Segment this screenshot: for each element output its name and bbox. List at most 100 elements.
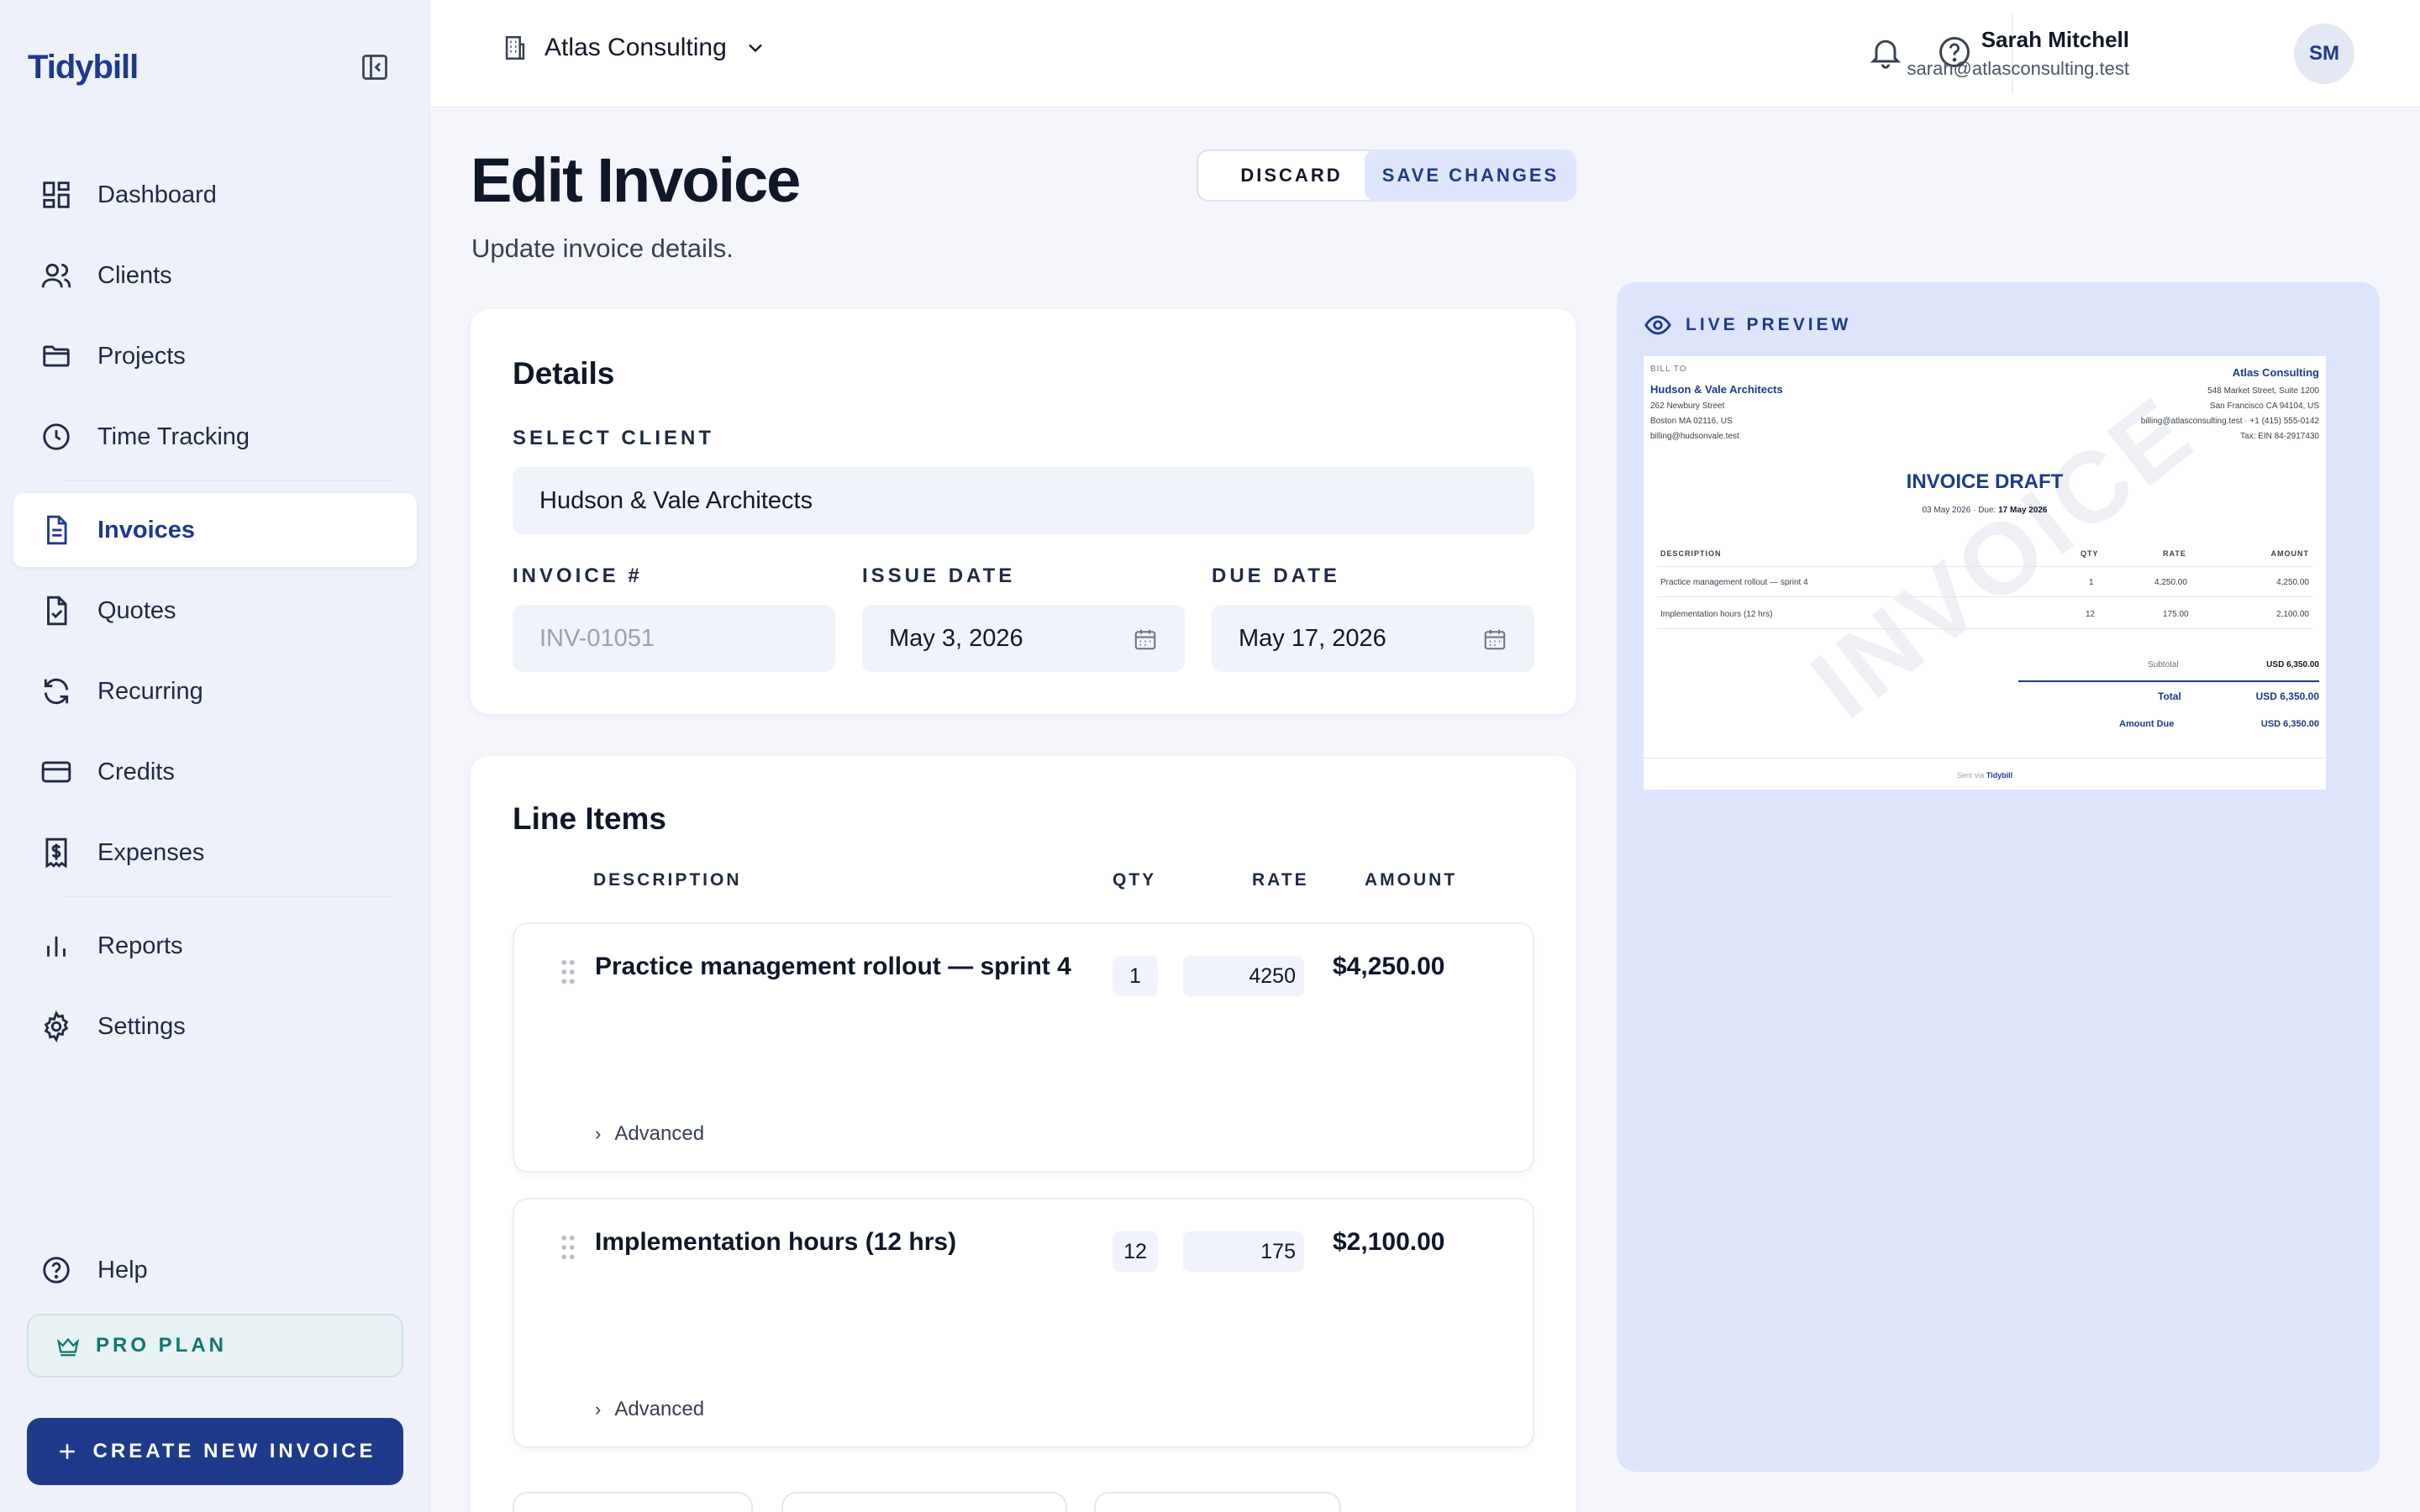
due-date-value: May 17, 2026 xyxy=(1239,624,1386,652)
save-changes-button[interactable]: SAVE CHANGES xyxy=(1365,150,1576,202)
advanced-toggle[interactable]: › Advanced xyxy=(595,1398,704,1421)
preview-company-contact: billing@atlasconsulting.test · +1 (415) … xyxy=(2140,417,2319,426)
add-line-button[interactable] xyxy=(513,1492,753,1512)
folder-icon xyxy=(43,345,70,367)
sidebar: Tidybill Dashboard Clients Projects Time… xyxy=(0,0,430,1512)
preview-row-rate: 175.00 xyxy=(2163,610,2189,619)
advanced-label: Advanced xyxy=(614,1122,705,1145)
preview-footer-brand: Tidybill xyxy=(1986,771,2013,780)
line-item-row: Implementation hours (12 hrs) 12 175 $2,… xyxy=(513,1198,1534,1448)
sidebar-item-label: Reports xyxy=(97,932,183,959)
sidebar-item-reports[interactable]: Reports xyxy=(13,909,417,983)
sidebar-item-expenses[interactable]: Expenses xyxy=(13,816,417,890)
invoice-number-input[interactable]: INV-01051 xyxy=(513,605,835,672)
preview-header-qty: QTY xyxy=(2081,549,2099,558)
preview-row-qty: 12 xyxy=(2086,610,2096,619)
preview-row-description: Implementation hours (12 hrs) xyxy=(1660,610,1773,619)
dashboard-icon xyxy=(43,181,70,208)
preview-amount-due-label: Amount Due xyxy=(2119,719,2175,729)
line-item-rate-input[interactable]: 175 xyxy=(1183,1231,1304,1272)
sidebar-item-label: Time Tracking xyxy=(97,423,250,450)
preview-row-description: Practice management rollout — sprint 4 xyxy=(1660,578,1808,587)
brand-logo[interactable]: Tidybill xyxy=(28,49,139,87)
sidebar-item-label: Recurring xyxy=(97,677,203,705)
file-text-icon xyxy=(47,515,67,545)
line-item-description[interactable]: Practice management rollout — sprint 4 xyxy=(595,953,1071,981)
sidebar-help: Help xyxy=(13,1233,417,1314)
preview-header-rate: RATE xyxy=(2163,549,2186,558)
sidebar-item-help[interactable]: Help xyxy=(13,1233,417,1307)
calendar-icon[interactable] xyxy=(1133,627,1158,652)
line-item-rate-input[interactable]: 4250 xyxy=(1183,956,1304,996)
invoice-preview-document: INVOICE BILL TO Hudson & Vale Architects… xyxy=(1644,356,2326,790)
live-preview-header: LIVE PREVIEW xyxy=(1644,311,1851,339)
preview-company-address1: 548 Market Street, Suite 1200 xyxy=(2207,386,2319,396)
preview-company-tax: Tax: EIN 84-2917430 xyxy=(2240,432,2319,441)
add-line-option-button[interactable] xyxy=(781,1492,1067,1512)
sidebar-item-recurring[interactable]: Recurring xyxy=(13,654,417,728)
preview-total-rule xyxy=(2018,680,2319,682)
add-line-option-button[interactable] xyxy=(1094,1492,1341,1512)
line-item-qty-input[interactable]: 1 xyxy=(1113,956,1158,996)
refresh-icon xyxy=(44,678,69,705)
bell-icon[interactable] xyxy=(1867,34,1904,71)
workspace-name: Atlas Consulting xyxy=(544,34,727,61)
preview-doc-title: INVOICE DRAFT xyxy=(1906,470,2064,493)
sidebar-item-label: Clients xyxy=(97,261,172,289)
user-info[interactable]: Sarah Mitchell sarah@atlasconsulting.tes… xyxy=(1907,27,2129,80)
drag-handle-icon[interactable] xyxy=(560,959,576,984)
sidebar-item-invoices[interactable]: Invoices xyxy=(13,493,417,567)
preview-header-description: DESCRIPTION xyxy=(1660,549,1722,558)
chevron-right-icon: › xyxy=(595,1399,602,1420)
client-select[interactable]: Hudson & Vale Architects xyxy=(513,467,1534,534)
preview-company-address2: San Francisco CA 94104, US xyxy=(2209,402,2319,411)
page-subtitle: Update invoice details. xyxy=(471,234,734,263)
sidebar-item-dashboard[interactable]: Dashboard xyxy=(13,158,417,232)
drag-handle-icon[interactable] xyxy=(560,1235,576,1260)
sidebar-item-label: Projects xyxy=(97,342,186,370)
line-item-description[interactable]: Implementation hours (12 hrs) xyxy=(595,1228,956,1257)
preview-divider xyxy=(1657,596,2312,597)
eye-icon xyxy=(1644,315,1671,335)
due-date-input[interactable]: May 17, 2026 xyxy=(1212,605,1534,672)
calendar-icon[interactable] xyxy=(1482,627,1507,652)
issue-date-label: ISSUE DATE xyxy=(862,564,1016,587)
line-item-qty-input[interactable]: 12 xyxy=(1113,1231,1158,1272)
pro-plan-badge[interactable]: PRO PLAN xyxy=(27,1314,403,1378)
advanced-toggle[interactable]: › Advanced xyxy=(595,1122,704,1146)
workspace-switcher[interactable]: Atlas Consulting xyxy=(501,34,767,62)
preview-client-name: Hudson & Vale Architects xyxy=(1650,383,1783,396)
sidebar-item-settings[interactable]: Settings xyxy=(13,990,417,1063)
preview-client-address1: 262 Newbury Street xyxy=(1650,402,1725,411)
chevron-down-icon xyxy=(748,44,762,53)
sidebar-item-credits[interactable]: Credits xyxy=(13,735,417,809)
sidebar-item-time-tracking[interactable]: Time Tracking xyxy=(13,400,417,474)
bill-to-label: BILL TO xyxy=(1650,365,1687,374)
sidebar-item-label: Expenses xyxy=(97,838,205,866)
user-name: Sarah Mitchell xyxy=(1981,27,2129,52)
issue-date-input[interactable]: May 3, 2026 xyxy=(862,605,1185,672)
sidebar-item-clients[interactable]: Clients xyxy=(13,239,417,312)
preview-company-name: Atlas Consulting xyxy=(2232,366,2319,379)
line-items-card: Line Items DESCRIPTION QTY RATE AMOUNT P… xyxy=(471,756,1576,1512)
sidebar-item-label: Help xyxy=(97,1256,148,1284)
preview-issue-date: 03 May 2026 xyxy=(1922,506,1971,515)
sidebar-item-label: Quotes xyxy=(97,596,176,624)
preview-client-address2: Boston MA 02116, US xyxy=(1650,417,1733,426)
preview-row-amount: 4,250.00 xyxy=(2276,578,2309,587)
sidebar-item-quotes[interactable]: Quotes xyxy=(13,574,417,648)
top-bar: Atlas Consulting Sarah Mitchell sarah@at… xyxy=(430,0,2420,108)
preview-header-amount: AMOUNT xyxy=(2270,549,2309,558)
due-date-label: DUE DATE xyxy=(1212,564,1340,587)
sidebar-item-projects[interactable]: Projects xyxy=(13,319,417,393)
discard-button[interactable]: DISCARD xyxy=(1197,150,1386,202)
create-new-invoice-button[interactable]: CREATE NEW INVOICE xyxy=(27,1418,403,1485)
avatar[interactable]: SM xyxy=(2294,24,2354,84)
column-header-rate: RATE xyxy=(1252,870,1309,890)
preview-divider xyxy=(1657,628,2312,629)
sidebar-collapse-icon[interactable] xyxy=(360,52,390,82)
preview-due-prefix: · Due: xyxy=(1973,506,1996,515)
sidebar-item-label: Credits xyxy=(97,758,175,785)
plus-icon xyxy=(59,1444,75,1459)
line-item-row: Practice management rollout — sprint 4 1… xyxy=(513,922,1534,1173)
